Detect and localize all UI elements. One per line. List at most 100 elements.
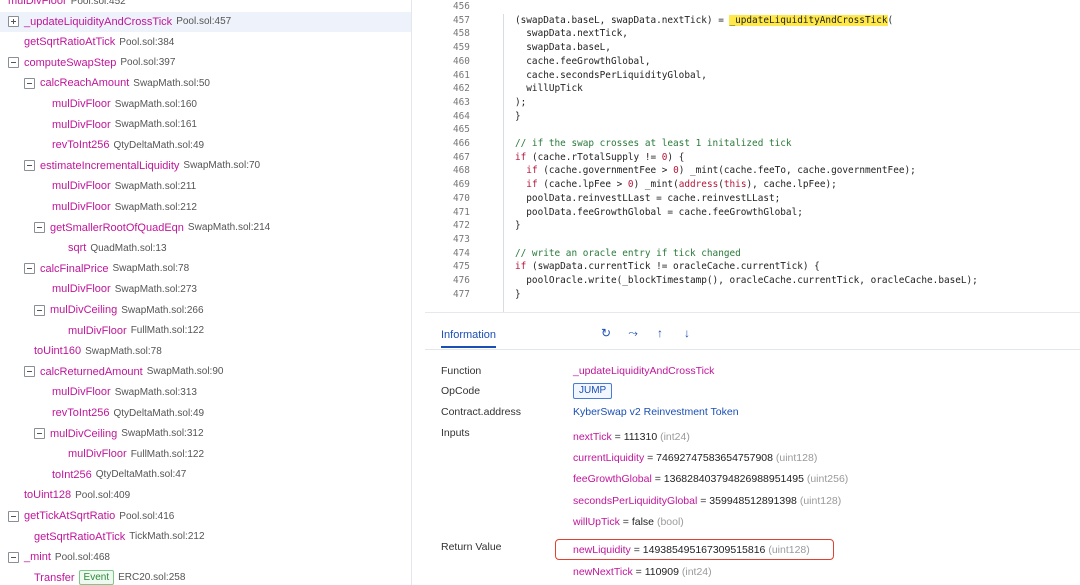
collapse-icon[interactable] — [34, 428, 45, 440]
function-name[interactable]: mulDivFloor — [52, 180, 111, 192]
function-name[interactable]: toUint128 — [24, 489, 71, 501]
tree-row[interactable]: mulDivFloor FullMath.sol:122 — [0, 444, 411, 464]
code-token: willUpTick — [515, 83, 583, 95]
tree-row[interactable]: calcReachAmount SwapMath.sol:50 — [0, 73, 411, 93]
param-name[interactable]: currentLiquidity — [573, 452, 644, 464]
function-name[interactable]: calcReturnedAmount — [40, 366, 143, 378]
tree-row[interactable]: computeSwapStep Pool.sol:397 — [0, 53, 411, 73]
function-name[interactable]: getSqrtRatioAtTick — [24, 36, 115, 48]
tree-row[interactable]: mulDivFloor SwapMath.sol:313 — [0, 382, 411, 402]
tree-row[interactable]: mulDivFloor FullMath.sol:122 — [0, 321, 411, 341]
param-name[interactable]: feeGrowthGlobal — [573, 473, 652, 485]
code-line: 464} — [425, 111, 1080, 123]
function-name[interactable]: mulDivFloor — [52, 98, 111, 110]
event-badge: Event — [78, 570, 115, 585]
step-down-icon[interactable]: ↓ — [680, 325, 694, 341]
tree-row[interactable]: mulDivCeiling SwapMath.sol:266 — [0, 300, 411, 320]
tree-row[interactable]: getSqrtRatioAtTick Pool.sol:384 — [0, 32, 411, 52]
tree-row[interactable]: getSqrtRatioAtTick TickMath.sol:212 — [0, 527, 411, 547]
function-name[interactable]: mulDivFloor — [68, 325, 127, 337]
collapse-icon[interactable] — [34, 304, 45, 316]
step-up-icon[interactable]: ↑ — [653, 325, 667, 341]
source-location: Pool.sol:397 — [120, 57, 176, 69]
function-name[interactable]: Transfer — [34, 572, 75, 584]
tree-row[interactable]: mulDivCeiling SwapMath.sol:312 — [0, 424, 411, 444]
function-name[interactable]: revToInt256 — [52, 139, 109, 151]
source-location: SwapMath.sol:211 — [114, 180, 197, 192]
code-text: if (cache.governmentFee > 0) _mint(cache… — [515, 165, 915, 177]
collapse-icon[interactable] — [34, 222, 45, 234]
param-name[interactable]: willUpTick — [573, 516, 620, 528]
function-name[interactable]: getSmallerRootOfQuadEqn — [50, 222, 184, 234]
function-name[interactable]: mulDivCeiling — [50, 428, 117, 440]
tree-row[interactable]: toUint128 Pool.sol:409 — [0, 485, 411, 505]
function-name[interactable]: toUint160 — [34, 345, 81, 357]
param-name[interactable]: nextTick — [573, 431, 612, 443]
tree-row[interactable]: getSmallerRootOfQuadEqn SwapMath.sol:214 — [0, 218, 411, 238]
tree-row[interactable]: _updateLiquidityAndCrossTick Pool.sol:457 — [0, 11, 411, 32]
tree-row[interactable]: calcReturnedAmount SwapMath.sol:90 — [0, 362, 411, 382]
tree-row[interactable]: mulDivFloor SwapMath.sol:160 — [0, 94, 411, 114]
function-name[interactable]: mulDivFloor — [68, 448, 127, 460]
param-name[interactable]: secondsPerLiquidityGlobal — [573, 495, 697, 507]
expand-icon[interactable] — [8, 16, 19, 28]
tree-row[interactable]: mulDivFloor SwapMath.sol:273 — [0, 279, 411, 299]
function-name[interactable]: _mint — [24, 551, 51, 563]
contract-value[interactable]: KyberSwap v2 Reinvestment Token — [573, 406, 739, 418]
source-location: Pool.sol:409 — [75, 489, 131, 501]
tree-row[interactable]: mulDivFloor SwapMath.sol:161 — [0, 115, 411, 135]
line-number: 469 — [453, 179, 470, 191]
step-over-icon[interactable]: ↻ — [599, 325, 613, 341]
source-location: SwapMath.sol:212 — [114, 201, 197, 213]
function-name[interactable]: toInt256 — [52, 469, 92, 481]
code-token: (cache.rTotalSupply != — [526, 151, 662, 163]
tree-row[interactable]: Transfer Event ERC20.sol:258 — [0, 568, 411, 585]
line-number: 466 — [453, 138, 470, 149]
tree-row[interactable]: calcFinalPrice SwapMath.sol:78 — [0, 259, 411, 279]
tab-information[interactable]: Information — [441, 329, 497, 348]
code-token: ); — [515, 96, 527, 108]
function-name[interactable]: mulDivFloor — [52, 119, 111, 131]
collapse-icon[interactable] — [24, 263, 35, 275]
function-name[interactable]: mulDivFloor — [52, 386, 111, 398]
collapse-icon[interactable] — [24, 77, 35, 89]
function-name[interactable]: mulDivCeiling — [50, 304, 117, 316]
tree-row[interactable]: revToInt256 QtyDeltaMath.sol:49 — [0, 403, 411, 423]
param-equals: = — [619, 515, 632, 528]
param-name[interactable]: newNextTick — [573, 566, 633, 578]
step-return-icon[interactable]: ⤳ — [626, 325, 640, 341]
tree-row[interactable]: _mint Pool.sol:468 — [0, 547, 411, 567]
tree-row[interactable]: getTickAtSqrtRatio Pool.sol:416 — [0, 506, 411, 526]
function-name[interactable]: getSqrtRatioAtTick — [34, 531, 125, 543]
tree-row[interactable]: mulDivFloor Pool.sol:452 — [0, 0, 411, 11]
function-name[interactable]: revToInt256 — [52, 407, 109, 419]
tree-row[interactable]: toUint160 SwapMath.sol:78 — [0, 341, 411, 361]
tree-row[interactable]: mulDivFloor SwapMath.sol:211 — [0, 176, 411, 196]
function-name[interactable]: getTickAtSqrtRatio — [24, 510, 115, 522]
function-name[interactable]: mulDivFloor — [52, 283, 111, 295]
line-number: 465 — [453, 124, 470, 136]
function-name[interactable]: sqrt — [68, 242, 86, 254]
code-text: ); — [515, 97, 526, 109]
collapse-icon[interactable] — [24, 366, 35, 378]
function-name[interactable]: mulDivFloor — [8, 0, 67, 7]
tree-row[interactable]: sqrt QuadMath.sol:13 — [0, 238, 411, 258]
collapse-icon[interactable] — [24, 160, 35, 172]
tree-row[interactable]: revToInt256 QtyDeltaMath.sol:49 — [0, 135, 411, 155]
collapse-icon[interactable] — [8, 57, 19, 69]
function-name[interactable]: mulDivFloor — [52, 201, 111, 213]
collapse-icon[interactable] — [8, 551, 19, 563]
function-name[interactable]: computeSwapStep — [24, 57, 116, 69]
function-name[interactable]: _updateLiquidityAndCrossTick — [24, 16, 172, 28]
code-text: poolOracle.write(_blockTimestamp(), orac… — [515, 275, 978, 287]
tree-row[interactable]: estimateIncrementalLiquidity SwapMath.sol… — [0, 156, 411, 176]
code-line: 460 cache.feeGrowthGlobal, — [425, 56, 1080, 68]
function-name[interactable]: calcReachAmount — [40, 77, 129, 89]
line-number: 472 — [453, 220, 470, 232]
tree-row[interactable]: mulDivFloor SwapMath.sol:212 — [0, 197, 411, 217]
function-value[interactable]: _updateLiquidityAndCrossTick — [573, 365, 714, 377]
function-name[interactable]: calcFinalPrice — [40, 263, 108, 275]
collapse-icon[interactable] — [8, 510, 19, 522]
tree-row[interactable]: toInt256 QtyDeltaMath.sol:47 — [0, 465, 411, 485]
function-name[interactable]: estimateIncrementalLiquidity — [40, 160, 179, 172]
